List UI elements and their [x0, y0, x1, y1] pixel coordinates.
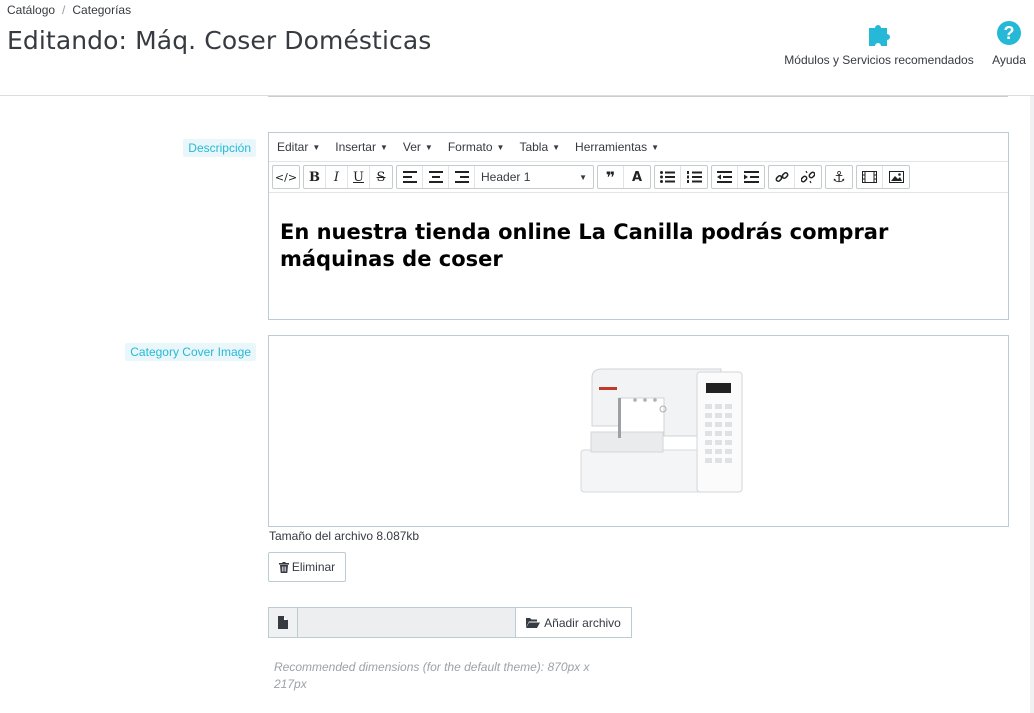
cover-image-label: Category Cover Image [125, 343, 256, 361]
breadcrumb-catalog[interactable]: Catálogo [7, 3, 55, 17]
cover-image-preview [268, 335, 1009, 527]
category-form-panel: Descripción Editar ▼ Insertar ▼ Ver ▼ Forma… [0, 96, 1030, 713]
sewing-machine-image [580, 368, 743, 493]
breadcrumb-categories[interactable]: Categorías [72, 3, 131, 17]
link-icon[interactable] [769, 166, 795, 188]
anchor-icon[interactable]: ⚓ [826, 166, 852, 188]
help-button[interactable]: ? Ayuda [988, 18, 1030, 67]
dimension-hint: Recommended dimensions (for the default … [274, 660, 590, 691]
italic-icon[interactable]: I [326, 166, 348, 188]
menu-ver[interactable]: Ver ▼ [403, 140, 433, 154]
image-icon[interactable] [883, 166, 909, 188]
editor-content[interactable]: En nuestra tienda online La Canilla podr… [269, 193, 1008, 273]
format-select[interactable]: Header 1 ▼ [475, 166, 593, 188]
align-left-icon[interactable] [397, 166, 423, 188]
file-size-text: Tamaño del archivo 8.087kb [269, 529, 420, 543]
menu-insertar[interactable]: Insertar ▼ [335, 140, 388, 154]
description-label: Descripción [183, 139, 256, 157]
align-center-icon[interactable] [423, 166, 449, 188]
modules-label: Módulos y Servicios recomendados [784, 53, 974, 67]
blockquote-icon[interactable]: ❞ [598, 166, 624, 188]
source-code-icon[interactable]: </> [273, 166, 299, 188]
editor-menubar: Editar ▼ Insertar ▼ Ver ▼ Formato ▼ Tabla ▼ H… [269, 133, 1008, 162]
help-label: Ayuda [992, 53, 1026, 67]
text-color-icon[interactable]: A [624, 166, 650, 188]
editor-toolbar: </> B I U S Header 1 ▼ ❞ A ⚓ [269, 162, 1008, 193]
add-file-button[interactable]: Añadir archivo [516, 608, 631, 637]
file-icon [269, 608, 298, 637]
menu-tabla[interactable]: Tabla ▼ [519, 140, 560, 154]
folder-open-icon [526, 618, 541, 628]
file-upload-field[interactable]: Añadir archivo [268, 607, 632, 638]
help-icon: ? [997, 21, 1021, 45]
outdent-icon[interactable] [712, 166, 738, 188]
puzzle-icon [780, 18, 978, 48]
video-icon[interactable] [857, 166, 883, 188]
menu-editar[interactable]: Editar ▼ [277, 140, 320, 154]
bold-icon[interactable]: B [304, 166, 326, 188]
indent-icon[interactable] [738, 166, 764, 188]
modules-button[interactable]: Módulos y Servicios recomendados [780, 18, 978, 67]
trash-icon [278, 561, 289, 573]
file-name-input[interactable] [298, 608, 516, 637]
page-header: Catálogo / Categorías Editando: Máq. Coser… [0, 0, 1034, 96]
menu-herramientas[interactable]: Herramientas ▼ [575, 140, 659, 154]
divider [268, 96, 1008, 97]
underline-icon[interactable]: U [348, 166, 370, 188]
delete-label: Eliminar [291, 560, 336, 574]
numbered-list-icon[interactable] [681, 166, 707, 188]
page-title: Editando: Máq. Coser Domésticas [7, 26, 432, 55]
align-right-icon[interactable] [449, 166, 475, 188]
strikethrough-icon[interactable]: S [370, 166, 392, 188]
bullet-list-icon[interactable] [655, 166, 681, 188]
delete-button[interactable]: Eliminar [268, 552, 346, 582]
page-edge [1030, 96, 1034, 713]
menu-formato[interactable]: Formato ▼ [448, 140, 505, 154]
breadcrumb: Catálogo / Categorías [7, 3, 132, 17]
add-file-label: Añadir archivo [544, 615, 621, 630]
unlink-icon[interactable] [795, 166, 821, 188]
description-editor: Editar ▼ Insertar ▼ Ver ▼ Formato ▼ Tabla ▼ H… [268, 132, 1009, 320]
